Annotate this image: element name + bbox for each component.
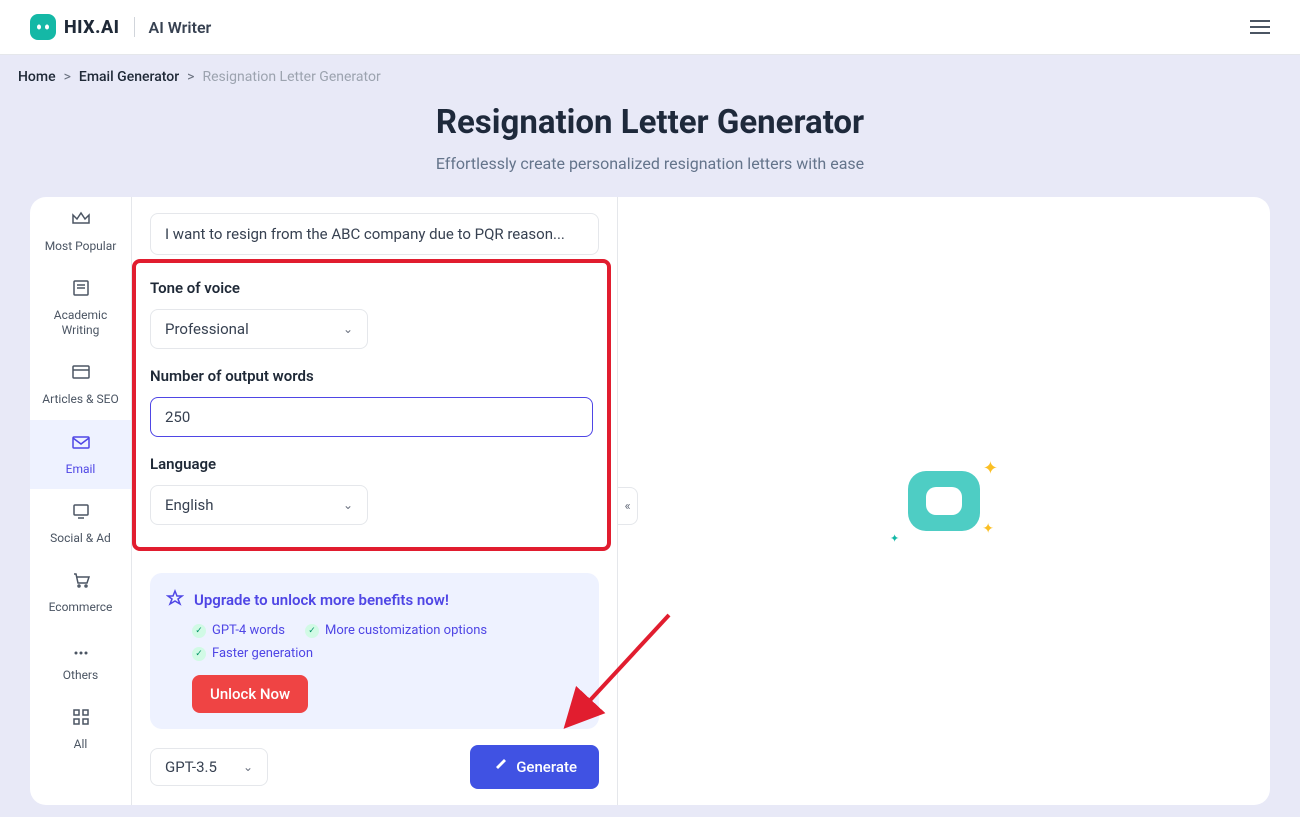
check-icon: ✓	[192, 624, 206, 638]
benefit-item: ✓GPT-4 words	[192, 623, 285, 638]
benefits-list: ✓GPT-4 words ✓More customization options…	[192, 623, 583, 661]
upgrade-title: Upgrade to unlock more benefits now!	[194, 591, 449, 609]
highlight-box: Tone of voice Professional ⌄ Number of o…	[132, 259, 611, 551]
language-select[interactable]: English ⌄	[150, 485, 368, 525]
sidebar-item-articles[interactable]: Articles & SEO	[30, 350, 131, 419]
breadcrumb-home[interactable]: Home	[18, 69, 56, 85]
sidebar-item-email[interactable]: Email	[30, 420, 131, 489]
logo[interactable]: HIX.AI	[30, 14, 120, 40]
sidebar: Most Popular Academic Writing Articles &…	[30, 197, 132, 805]
screen-icon	[71, 502, 91, 525]
prompt-input[interactable]: I want to resign from the ABC company du…	[150, 213, 599, 255]
benefit-item: ✓Faster generation	[192, 646, 313, 661]
tone-select[interactable]: Professional ⌄	[150, 309, 368, 349]
hero: Resignation Letter Generator Effortlessl…	[0, 103, 1300, 173]
model-select[interactable]: GPT-3.5 ⌄	[150, 748, 268, 786]
brand-name: HIX.AI	[64, 17, 120, 38]
tone-field: Tone of voice Professional ⌄	[150, 279, 593, 349]
wand-icon	[492, 757, 508, 777]
sidebar-item-popular[interactable]: Most Popular	[30, 197, 131, 266]
benefit-item: ✓More customization options	[305, 623, 487, 638]
crown-icon	[71, 210, 91, 233]
unlock-button[interactable]: Unlock Now	[192, 675, 308, 713]
check-icon: ✓	[192, 647, 206, 661]
mail-icon	[71, 433, 91, 456]
breadcrumb-email[interactable]: Email Generator	[79, 69, 179, 85]
bottom-bar: GPT-3.5 ⌄ Generate	[150, 729, 599, 789]
check-icon: ✓	[305, 624, 319, 638]
dots-icon	[71, 641, 91, 662]
sidebar-item-others[interactable]: Others	[30, 628, 131, 695]
sidebar-item-all[interactable]: All	[30, 695, 131, 764]
chevron-down-icon: ⌄	[343, 498, 353, 512]
sidebar-item-social[interactable]: Social & Ad	[30, 489, 131, 558]
preview-panel: « ✦ ✦ ✦	[618, 197, 1270, 805]
header-section: AI Writer	[149, 18, 212, 37]
language-label: Language	[150, 455, 593, 473]
browser-icon	[71, 363, 91, 386]
logo-icon	[30, 14, 56, 40]
form-panel: I want to resign from the ABC company du…	[132, 197, 618, 805]
page-subtitle: Effortlessly create personalized resigna…	[0, 154, 1300, 173]
tone-label: Tone of voice	[150, 279, 593, 297]
breadcrumb: Home > Email Generator > Resignation Let…	[0, 55, 1300, 99]
upgrade-icon	[166, 589, 184, 611]
page-title: Resignation Letter Generator	[0, 103, 1300, 142]
upgrade-box: Upgrade to unlock more benefits now! ✓GP…	[150, 573, 599, 729]
words-field: Number of output words	[150, 367, 593, 437]
words-label: Number of output words	[150, 367, 593, 385]
document-icon	[71, 279, 91, 302]
words-input[interactable]	[150, 397, 593, 437]
language-field: Language English ⌄	[150, 455, 593, 525]
chevron-right-icon: >	[64, 69, 71, 85]
header: HIX.AI AI Writer	[0, 0, 1300, 55]
sidebar-item-ecommerce[interactable]: Ecommerce	[30, 558, 131, 627]
workspace: Most Popular Academic Writing Articles &…	[30, 197, 1270, 805]
chevron-right-icon: >	[187, 69, 194, 85]
collapse-button[interactable]: «	[618, 487, 638, 525]
cart-icon	[71, 571, 91, 594]
chevron-down-icon: ⌄	[243, 760, 253, 774]
menu-icon[interactable]	[1250, 20, 1270, 34]
generate-button[interactable]: Generate	[470, 745, 599, 789]
divider	[134, 17, 135, 37]
mascot-illustration: ✦ ✦ ✦	[894, 461, 994, 541]
chevron-down-icon: ⌄	[343, 322, 353, 336]
sidebar-item-academic[interactable]: Academic Writing	[30, 266, 131, 350]
breadcrumb-current: Resignation Letter Generator	[202, 69, 380, 85]
grid-icon	[72, 708, 90, 731]
logo-area: HIX.AI AI Writer	[30, 14, 211, 40]
